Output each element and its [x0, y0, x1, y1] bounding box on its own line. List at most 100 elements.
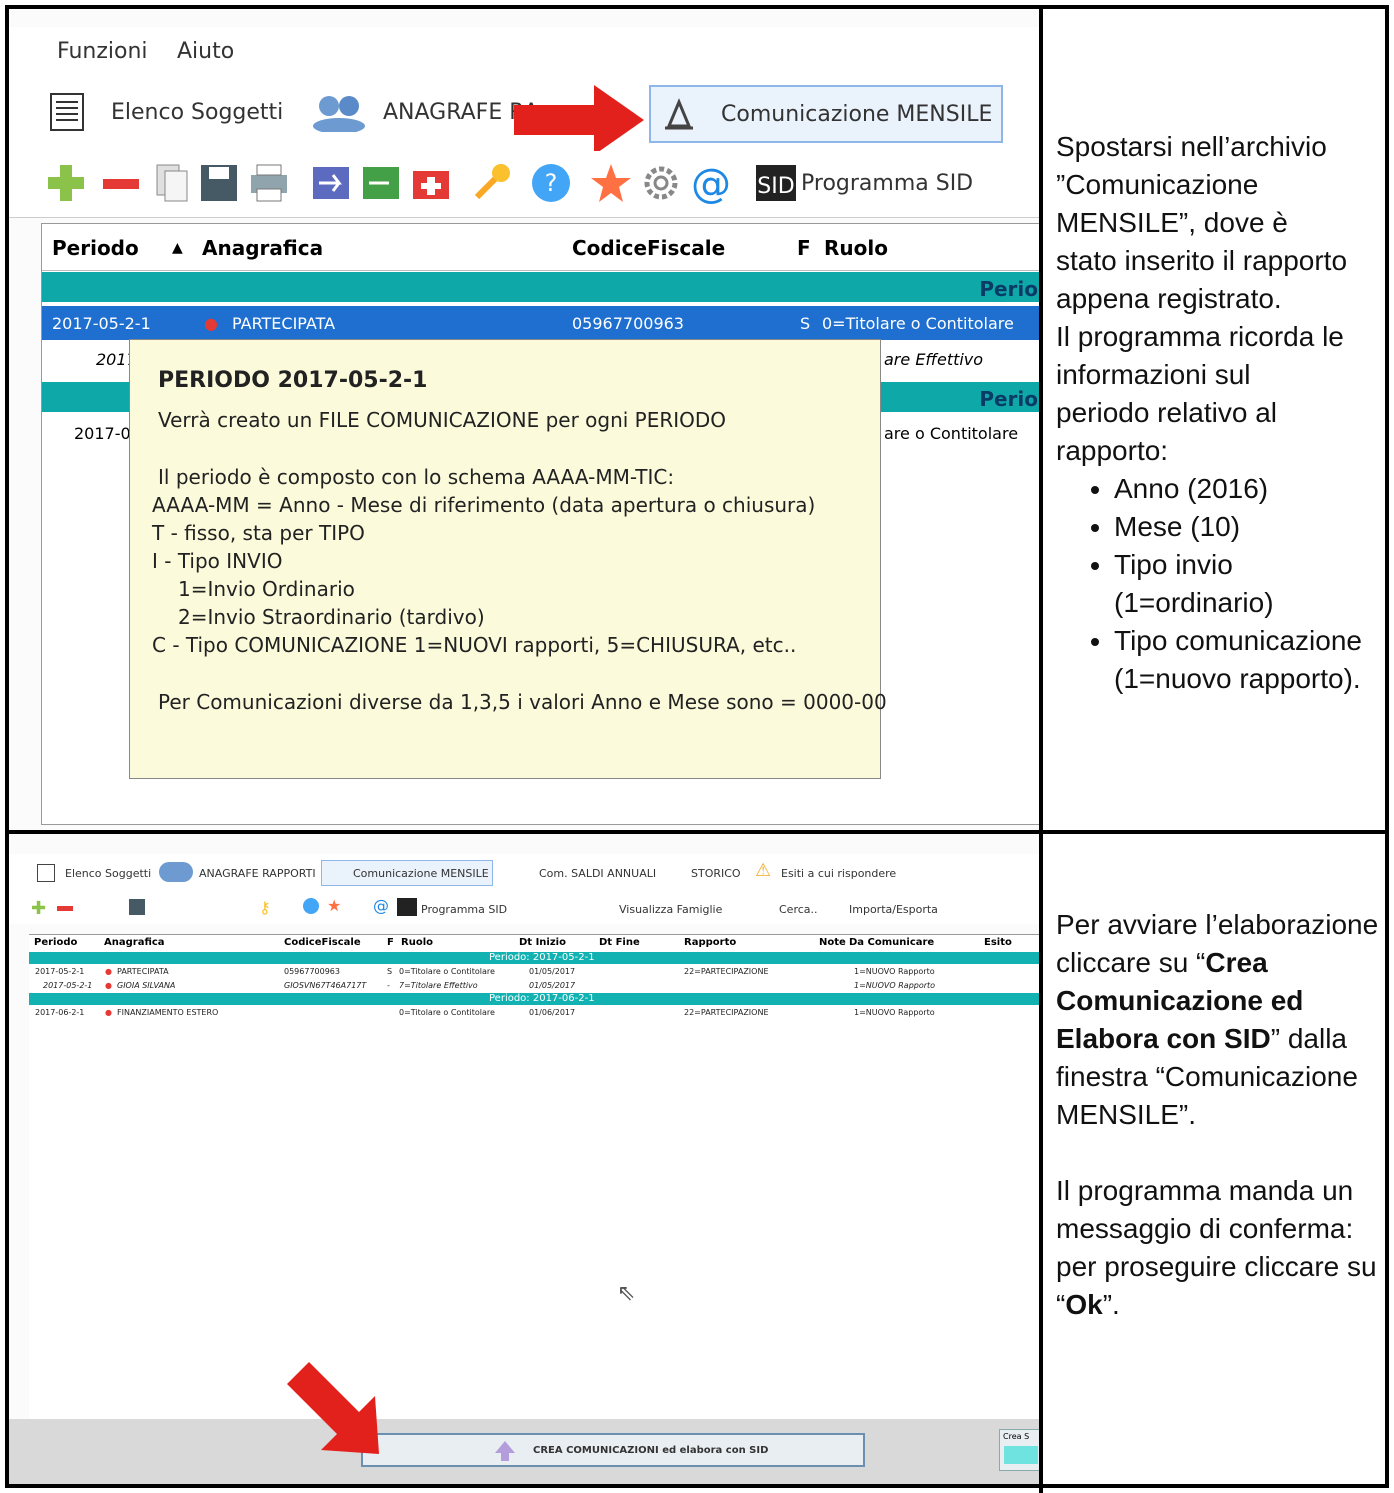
- grid-header: Periodo Anagrafica CodiceFiscale F Ruolo…: [29, 935, 1039, 951]
- help-icon[interactable]: ?: [529, 161, 573, 205]
- tooltip-line: Verrà creato un FILE COMUNICAZIONE per o…: [158, 408, 727, 432]
- help-icon[interactable]: [303, 898, 319, 914]
- instruction-paragraph: Il programma manda un messaggio di confe…: [1056, 1172, 1386, 1324]
- key-icon[interactable]: [469, 161, 513, 205]
- tab-anagrafe-rapporti[interactable]: ANAGRAFE RAPPORTI: [199, 867, 316, 880]
- column-divider: [1039, 5, 1043, 1493]
- cell: 22=PARTECIPAZIONE: [684, 967, 769, 976]
- tab-comunicazione-mensile[interactable]: Comunicazione MENSILE: [353, 867, 489, 880]
- gear-icon[interactable]: [639, 161, 683, 205]
- group-header: Perio: [42, 272, 1039, 302]
- period-fields-list: Anno (2016) Mese (10) Tipo invio (1=ordi…: [1056, 470, 1386, 698]
- key-icon[interactable]: ⚷: [259, 898, 271, 917]
- col-codicefiscale[interactable]: CodiceFiscale: [284, 937, 361, 948]
- col-note[interactable]: Note: [819, 937, 846, 948]
- col-anagrafica[interactable]: Anagrafica: [202, 236, 323, 260]
- tab-elenco-soggetti[interactable]: Elenco Soggetti: [49, 85, 283, 139]
- tab-esiti[interactable]: Esiti a cui rispondere: [781, 867, 896, 880]
- cell: PARTECIPATA: [117, 967, 169, 976]
- remove-icon[interactable]: [57, 906, 73, 911]
- crea-comunicazioni-button[interactable]: CREA COMUNICAZIONI ed elabora con SID: [361, 1433, 865, 1467]
- col-periodo[interactable]: Periodo: [52, 236, 139, 260]
- first-aid-icon[interactable]: [409, 161, 453, 205]
- cell: 1=NUOVO Rapporto: [854, 1008, 935, 1017]
- col-da-comunicare[interactable]: Da Comunicare: [849, 937, 934, 948]
- periodo-tooltip: PERIODO 2017-05-2-1 Verrà creato un FILE…: [129, 339, 887, 779]
- email-icon[interactable]: @: [373, 896, 389, 915]
- col-dt-fine[interactable]: Dt Fine: [599, 937, 640, 948]
- cell-f: S: [800, 314, 811, 333]
- star-icon[interactable]: ★: [327, 896, 341, 915]
- instruction-line: appena registrato.: [1056, 283, 1282, 314]
- col-periodo[interactable]: Periodo: [34, 937, 77, 948]
- export-icon[interactable]: [309, 161, 353, 205]
- table-row[interactable]: 2017-06-2-1 ● FINANZIAMENTO ESTERO 0=Tit…: [29, 1006, 1039, 1019]
- table-row[interactable]: 2017-05-2-1 ● PARTECIPATA 05967700963 S …: [29, 965, 1039, 978]
- grid-header: Periodo ▲ Anagrafica CodiceFiscale F Ruo…: [42, 224, 1039, 271]
- cell-anagrafica: PARTECIPATA: [232, 314, 336, 333]
- col-codicefiscale[interactable]: CodiceFiscale: [572, 236, 725, 260]
- instruction-line: informazioni sul: [1056, 359, 1251, 390]
- col-anagrafica[interactable]: Anagrafica: [104, 937, 165, 948]
- email-icon[interactable]: @: [689, 161, 733, 205]
- group-header: Periodo: 2017-05-2-1: [29, 952, 1039, 964]
- save-icon[interactable]: [197, 161, 241, 205]
- menu-aiuto[interactable]: Aiuto: [177, 39, 234, 64]
- cell-ruolo: are o Contitolare: [884, 424, 1019, 443]
- cell: 05967700963: [284, 967, 340, 976]
- tooltip-line: I - Tipo INVIO: [152, 549, 283, 573]
- col-f[interactable]: F: [387, 937, 394, 948]
- menu-funzioni[interactable]: Funzioni: [57, 39, 148, 64]
- toolbar: ✚ ⚷ ★ @ Programma SID Visualizza Famigli…: [9, 894, 1039, 924]
- col-ruolo[interactable]: Ruolo: [401, 937, 433, 948]
- tab-saldi-annuali[interactable]: Com. SALDI ANNUALI: [539, 867, 656, 880]
- cell: 22=PARTECIPAZIONE: [684, 1008, 769, 1017]
- remove-icon[interactable]: [99, 161, 143, 205]
- table-row[interactable]: 2017-05-2-1 ● PARTECIPATA 05967700963 S …: [42, 306, 1039, 340]
- svg-text:@: @: [691, 161, 731, 205]
- tab-label: Elenco Soggetti: [111, 99, 284, 125]
- sid-icon[interactable]: SID: [754, 161, 798, 205]
- col-rapporto[interactable]: Rapporto: [684, 937, 736, 948]
- save-icon[interactable]: [129, 899, 145, 915]
- group-label: Perio: [979, 277, 1038, 301]
- table-row[interactable]: 2017-05-2-1 ● GIOIA SILVANA GIOSVN67T46A…: [29, 979, 1039, 992]
- person-icon: ●: [105, 967, 112, 976]
- red-arrow-down-right-icon: [287, 1362, 379, 1454]
- cell: GIOSVN67T46A717T: [284, 981, 367, 990]
- col-f[interactable]: F: [797, 236, 811, 260]
- cell: 2017-06-2-1: [35, 1008, 85, 1017]
- instruction-line: Il programma ricorda le: [1056, 321, 1344, 352]
- person-icon: ●: [105, 1008, 112, 1017]
- tab-anagrafe-rapporti[interactable]: ANAGRAFE RA: [309, 85, 539, 139]
- tooltip-line: Il periodo è composto con lo schema AAAA…: [158, 465, 675, 489]
- cell: 1=NUOVO Rapporto: [854, 967, 935, 976]
- list-item: Tipo invio (1=ordinario): [1114, 546, 1386, 622]
- group-label: Periodo: 2017-06-2-1: [489, 993, 595, 1004]
- cerca-button[interactable]: Cerca..: [779, 903, 818, 916]
- col-esito[interactable]: Esito: [984, 937, 1012, 948]
- crea-side-button[interactable]: Crea S: [999, 1429, 1039, 1471]
- add-icon[interactable]: ✚: [31, 898, 46, 919]
- programma-sid-label[interactable]: Programma SID: [801, 171, 973, 196]
- tab-elenco-soggetti[interactable]: Elenco Soggetti: [65, 867, 151, 880]
- cell-cf: 05967700963: [572, 314, 684, 333]
- col-dt-inizio[interactable]: Dt Inizio: [519, 937, 566, 948]
- add-icon[interactable]: [44, 161, 88, 205]
- star-icon[interactable]: [589, 161, 633, 205]
- tab-storico[interactable]: STORICO: [691, 867, 741, 880]
- col-ruolo[interactable]: Ruolo: [824, 236, 888, 260]
- tab-comunicazione-mensile[interactable]: Comunicazione MENSILE: [649, 85, 1003, 143]
- importa-esporta-button[interactable]: Importa/Esporta: [849, 903, 938, 916]
- visualizza-famiglie-button[interactable]: Visualizza Famiglie: [619, 903, 722, 916]
- import-icon[interactable]: [359, 161, 403, 205]
- list-icon: [37, 864, 55, 882]
- instruction-line: rapporto:: [1056, 435, 1169, 466]
- programma-sid-button[interactable]: Programma SID: [421, 903, 507, 916]
- sid-icon[interactable]: [397, 898, 417, 916]
- copy-icon[interactable]: [149, 161, 193, 205]
- cell: GIOIA SILVANA: [117, 981, 176, 990]
- menu-bar: Funzioni Aiuto: [9, 27, 1039, 79]
- print-icon[interactable]: [247, 161, 291, 205]
- list-item: Mese (10): [1114, 508, 1386, 546]
